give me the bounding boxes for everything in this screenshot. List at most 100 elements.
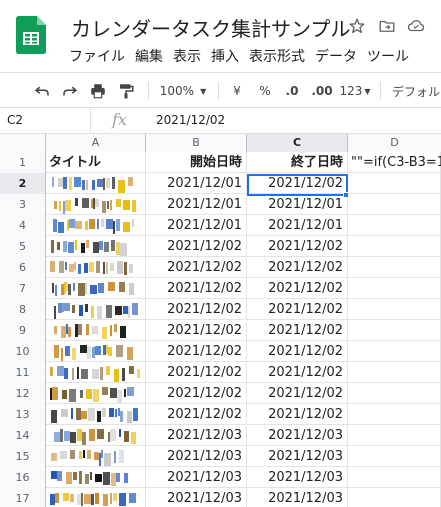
select-all-corner[interactable]	[0, 134, 46, 152]
menu-tools[interactable]: ツール	[362, 47, 414, 67]
cell-end-date[interactable]: 2021/12/02	[247, 320, 348, 341]
cell-d[interactable]	[348, 299, 441, 320]
cell-start-date[interactable]: 2021/12/03	[146, 467, 247, 488]
cell-start-date[interactable]: 2021/12/02	[146, 236, 247, 257]
increase-decimal-button[interactable]: .00	[308, 79, 336, 103]
formula-input[interactable]: 2021/12/02	[156, 108, 225, 133]
cell-d[interactable]	[348, 173, 441, 194]
cell-end-date[interactable]: 2021/12/03	[247, 488, 348, 507]
redo-icon[interactable]	[58, 79, 82, 103]
column-header-d[interactable]: D	[348, 134, 441, 152]
row-header[interactable]: 9	[0, 320, 46, 341]
cell-start-date[interactable]: 2021/12/03	[146, 488, 247, 507]
cell-start-date[interactable]: 2021/12/02	[146, 320, 247, 341]
menu-view[interactable]: 表示	[168, 47, 206, 67]
row-header[interactable]: 3	[0, 194, 46, 215]
cell-start-date[interactable]: 開始日時	[146, 152, 247, 173]
cell-d[interactable]: ""=if(C3-B3=1,	[348, 152, 441, 173]
decrease-decimal-button[interactable]: .0	[280, 79, 304, 103]
cell-d[interactable]	[348, 362, 441, 383]
paint-format-icon[interactable]	[114, 79, 138, 103]
cell-start-date[interactable]: 2021/12/02	[146, 362, 247, 383]
name-box[interactable]: C2	[0, 108, 91, 133]
undo-icon[interactable]	[30, 79, 54, 103]
row-header[interactable]: 10	[0, 341, 46, 362]
cell-start-date[interactable]: 2021/12/01	[146, 215, 247, 236]
cell-start-date[interactable]: 2021/12/01	[146, 194, 247, 215]
sheets-logo-icon[interactable]	[16, 16, 46, 54]
cell-end-date[interactable]: 2021/12/01	[247, 215, 348, 236]
more-formats-button[interactable]: 123 ▼	[338, 79, 372, 103]
row-header[interactable]: 6	[0, 257, 46, 278]
row-header[interactable]: 13	[0, 404, 46, 425]
row-header[interactable]: 15	[0, 446, 46, 467]
row-header[interactable]: 8	[0, 299, 46, 320]
print-icon[interactable]	[86, 79, 110, 103]
row-header[interactable]: 4	[0, 215, 46, 236]
font-select[interactable]: デフォル	[392, 79, 441, 103]
cell-end-date[interactable]: 2021/12/03	[247, 467, 348, 488]
cell-d[interactable]	[348, 194, 441, 215]
row-header[interactable]: 1	[0, 152, 46, 173]
cell-start-date[interactable]: 2021/12/01	[146, 173, 247, 194]
fill-handle[interactable]	[343, 192, 349, 198]
row-header[interactable]: 5	[0, 236, 46, 257]
cell-end-date[interactable]: 終了日時	[247, 152, 348, 173]
cell-start-date[interactable]: 2021/12/02	[146, 341, 247, 362]
cell-end-date[interactable]: 2021/12/02	[247, 362, 348, 383]
cell-start-date[interactable]: 2021/12/02	[146, 257, 247, 278]
cell-start-date[interactable]: 2021/12/03	[146, 425, 247, 446]
cell-start-date[interactable]: 2021/12/02	[146, 383, 247, 404]
cell-start-date[interactable]: 2021/12/02	[146, 278, 247, 299]
row-header[interactable]: 14	[0, 425, 46, 446]
cell-d[interactable]	[348, 215, 441, 236]
cloud-status-icon[interactable]	[406, 16, 426, 36]
cell-end-date[interactable]: 2021/12/02	[247, 257, 348, 278]
cell-d[interactable]	[348, 488, 441, 507]
cell-d[interactable]	[348, 236, 441, 257]
cell-start-date[interactable]: 2021/12/02	[146, 404, 247, 425]
cell-end-date[interactable]: 2021/12/02	[247, 236, 348, 257]
cell-end-date[interactable]: 2021/12/02	[247, 404, 348, 425]
document-title[interactable]: カレンダータスク集計サンプル	[71, 13, 350, 42]
column-header-c[interactable]: C	[247, 134, 348, 152]
cell-start-date[interactable]: 2021/12/03	[146, 446, 247, 467]
menu-data[interactable]: データ	[310, 47, 362, 67]
cell-end-date[interactable]: 2021/12/03	[247, 446, 348, 467]
cell-d[interactable]	[348, 278, 441, 299]
menu-file[interactable]: ファイル	[64, 47, 130, 67]
cell-end-date[interactable]: 2021/12/02	[247, 383, 348, 404]
column-header-b[interactable]: B	[146, 134, 247, 152]
row-header[interactable]: 16	[0, 467, 46, 488]
star-icon[interactable]	[347, 16, 367, 36]
cell-end-date[interactable]: 2021/12/02	[247, 299, 348, 320]
row-header[interactable]: 2	[0, 173, 46, 194]
cell-d[interactable]	[348, 257, 441, 278]
cell-start-date[interactable]: 2021/12/02	[146, 299, 247, 320]
zoom-select[interactable]: 100% ▼	[156, 79, 210, 103]
cell-end-date[interactable]: 2021/12/02	[247, 341, 348, 362]
cell-d[interactable]	[348, 467, 441, 488]
cell-d[interactable]	[348, 446, 441, 467]
move-to-folder-icon[interactable]	[377, 16, 397, 36]
spreadsheet-grid[interactable]: A B C D 1 タイトル 開始日時 終了日時 ""=if(C3-B3=1, 2 2021…	[0, 134, 441, 507]
cell-d[interactable]	[348, 320, 441, 341]
cell-end-date[interactable]: 2021/12/03	[247, 425, 348, 446]
cell-d[interactable]	[348, 383, 441, 404]
cell-title[interactable]: タイトル	[46, 152, 146, 173]
cell-d[interactable]	[348, 341, 441, 362]
row-header[interactable]: 7	[0, 278, 46, 299]
percent-format-button[interactable]: %	[254, 79, 276, 103]
row-header[interactable]: 11	[0, 362, 46, 383]
cell-end-date[interactable]: 2021/12/02	[247, 278, 348, 299]
cell-d[interactable]	[348, 404, 441, 425]
menu-format[interactable]: 表示形式	[244, 47, 310, 67]
row-header[interactable]: 17	[0, 488, 46, 507]
cell-d[interactable]	[348, 425, 441, 446]
cell-end-date[interactable]: 2021/12/01	[247, 194, 348, 215]
row-header[interactable]: 12	[0, 383, 46, 404]
currency-format-button[interactable]: ¥	[226, 79, 248, 103]
menu-insert[interactable]: 挿入	[206, 47, 244, 67]
menu-edit[interactable]: 編集	[130, 47, 168, 67]
column-header-a[interactable]: A	[46, 134, 146, 152]
